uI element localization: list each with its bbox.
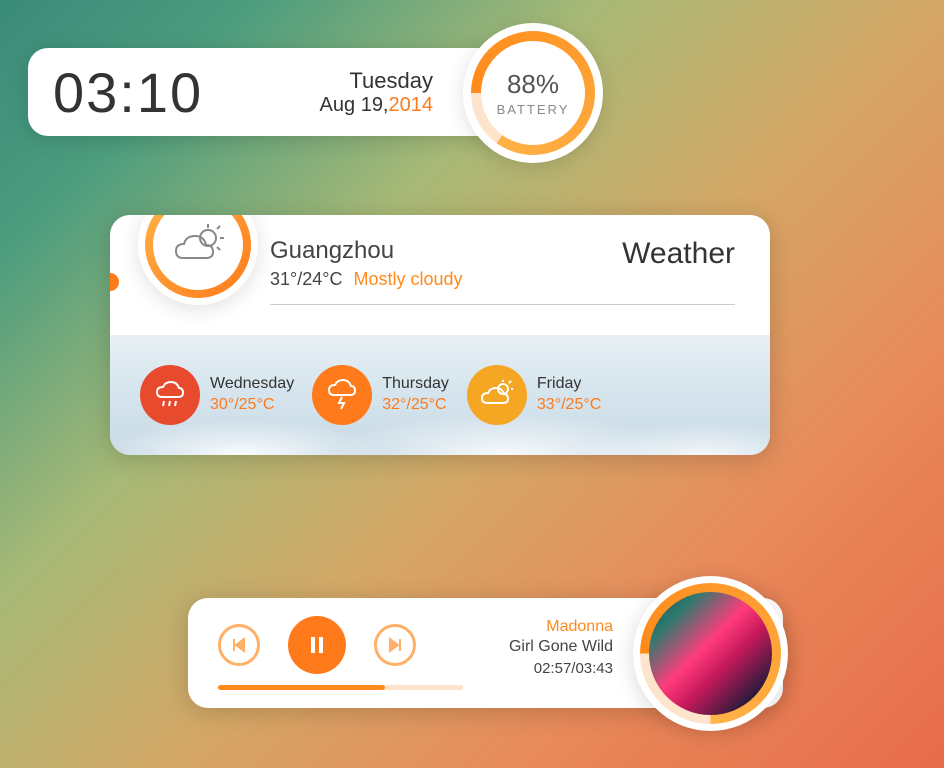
rain-icon xyxy=(140,365,200,425)
divider xyxy=(270,304,735,305)
forecast-temp: 33°/25°C xyxy=(537,395,601,416)
clock-time: 03:10 xyxy=(53,60,203,125)
album-progress-ring-icon xyxy=(640,583,781,724)
forecast-row: Wednesday 30°/25°C Thursday 32°/25°C Fri… xyxy=(110,335,770,455)
next-icon xyxy=(386,636,404,654)
forecast-item[interactable]: Thursday 32°/25°C xyxy=(312,365,449,425)
music-info: Madonna Girl Gone Wild 02:57/03:43 xyxy=(509,618,613,677)
album-art[interactable] xyxy=(633,576,788,731)
next-button[interactable] xyxy=(374,624,416,666)
clock-date-prefix: Aug 19, xyxy=(320,94,389,116)
clock-day: Tuesday xyxy=(320,68,433,94)
partly-cloudy-icon xyxy=(168,220,228,270)
weather-temps: 31°/24°C xyxy=(270,269,342,289)
clock-full-date: Aug 19,2014 xyxy=(320,94,433,117)
weather-widget: Guangzhou 31°/24°C Mostly cloudy Weather… xyxy=(110,215,770,455)
weather-condition: Mostly cloudy xyxy=(353,269,462,289)
weather-current-temp: 31°/24°C Mostly cloudy xyxy=(270,269,463,290)
forecast-day: Thursday xyxy=(382,374,449,395)
partly-cloudy-icon xyxy=(467,365,527,425)
battery-indicator[interactable]: 88% BATTERY xyxy=(463,23,603,163)
forecast-item[interactable]: Friday 33°/25°C xyxy=(467,365,601,425)
weather-title: Weather xyxy=(622,237,735,271)
music-track: Girl Gone Wild xyxy=(509,638,613,656)
pause-button[interactable] xyxy=(288,616,346,674)
clock-date: Tuesday Aug 19,2014 xyxy=(320,68,433,117)
storm-icon xyxy=(312,365,372,425)
battery-percent: 88% xyxy=(497,69,570,100)
forecast-temp: 30°/25°C xyxy=(210,395,294,416)
prev-button[interactable] xyxy=(218,624,260,666)
music-progress-fill xyxy=(218,685,385,690)
battery-label: BATTERY xyxy=(497,102,570,117)
clock-widget: 03:10 Tuesday Aug 19,2014 88% BATTERY xyxy=(28,48,583,136)
weather-city: Guangzhou xyxy=(270,237,463,265)
clock-year: 2014 xyxy=(389,94,434,116)
forecast-item[interactable]: Wednesday 30°/25°C xyxy=(140,365,294,425)
forecast-temp: 32°/25°C xyxy=(382,395,449,416)
music-progress[interactable] xyxy=(218,685,463,690)
music-time: 02:57/03:43 xyxy=(509,660,613,677)
prev-icon xyxy=(230,636,248,654)
pause-icon xyxy=(306,634,328,656)
music-artist: Madonna xyxy=(509,618,613,636)
music-widget: Madonna Girl Gone Wild 02:57/03:43 xyxy=(188,598,783,708)
forecast-day: Friday xyxy=(537,374,601,395)
forecast-day: Wednesday xyxy=(210,374,294,395)
